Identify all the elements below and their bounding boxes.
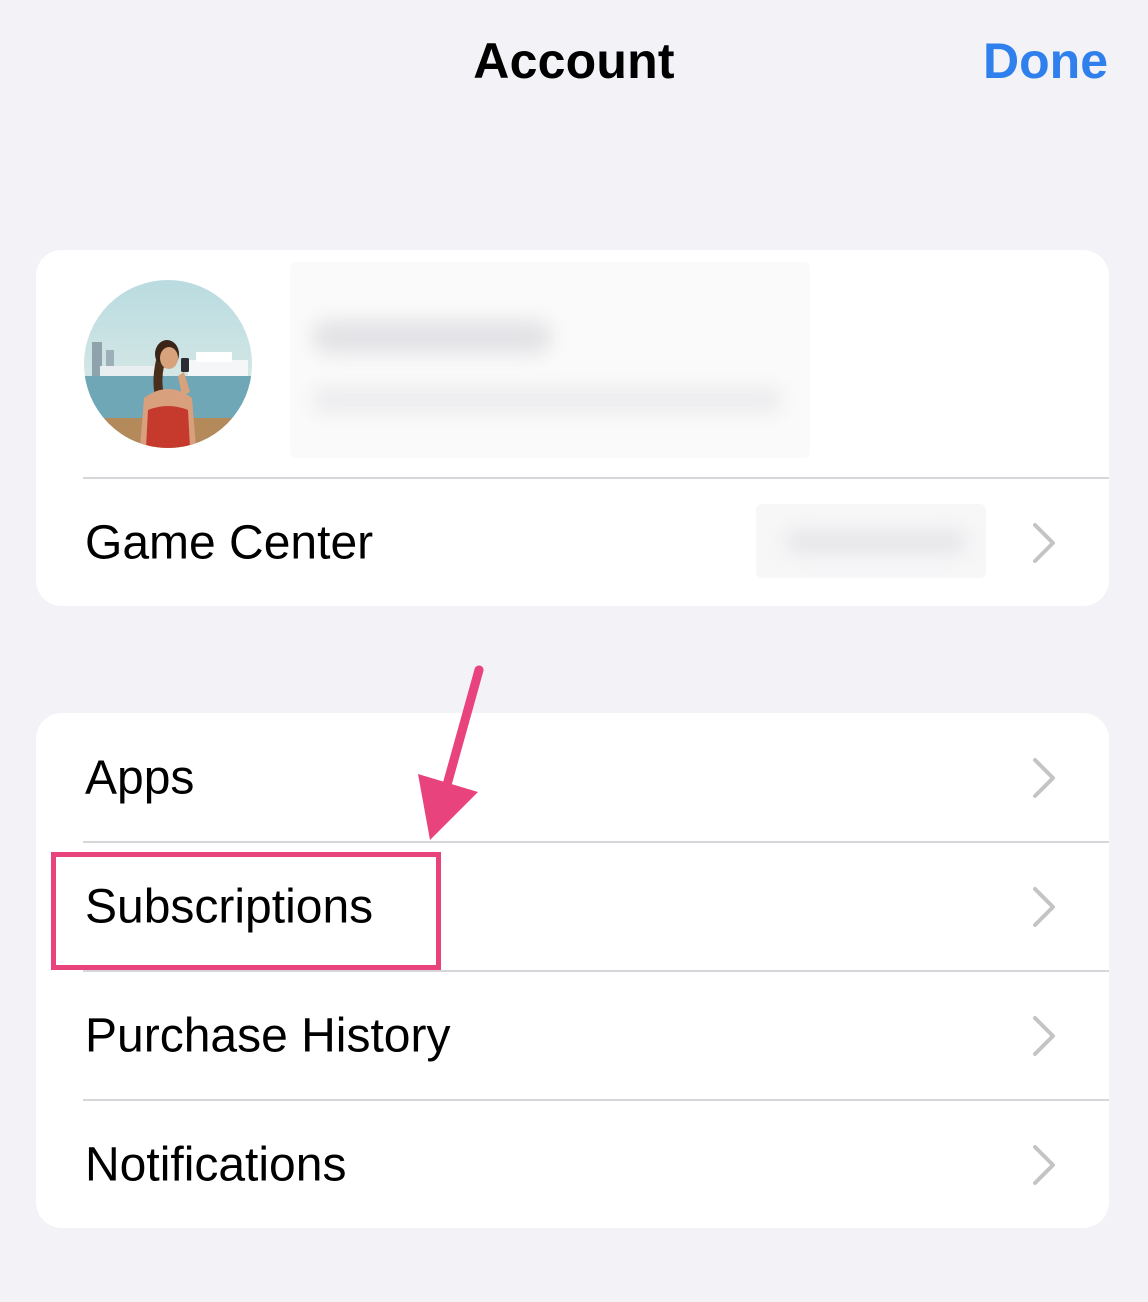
menu-item-label: Purchase History bbox=[85, 1009, 451, 1062]
account-menu-card: Apps Subscriptions Purchase History Noti… bbox=[36, 713, 1109, 1228]
chevron-right-icon bbox=[1033, 522, 1055, 563]
menu-item-purchase-history[interactable]: Purchase History bbox=[36, 971, 1109, 1100]
done-button[interactable]: Done bbox=[983, 32, 1108, 90]
page-title: Account bbox=[473, 33, 675, 89]
game-center-value-redacted bbox=[756, 504, 986, 578]
game-center-label: Game Center bbox=[85, 516, 374, 569]
game-center-value-blur bbox=[786, 530, 966, 554]
menu-item-label: Subscriptions bbox=[85, 880, 374, 933]
chevron-right-icon bbox=[1033, 757, 1055, 798]
account-profile-card: Game Center bbox=[36, 250, 1109, 606]
profile-row[interactable] bbox=[36, 250, 1109, 478]
profile-name-redacted bbox=[312, 320, 552, 354]
chevron-right-icon bbox=[1033, 886, 1055, 927]
profile-info-redacted bbox=[290, 262, 810, 458]
menu-item-notifications[interactable]: Notifications bbox=[36, 1100, 1109, 1228]
profile-email-redacted bbox=[312, 387, 782, 413]
menu-item-label: Apps bbox=[85, 751, 195, 804]
chevron-right-icon bbox=[1033, 1144, 1055, 1185]
menu-item-label: Notifications bbox=[85, 1138, 347, 1191]
chevron-right-icon bbox=[1033, 1015, 1055, 1056]
avatar bbox=[84, 280, 252, 448]
menu-item-apps[interactable]: Apps bbox=[36, 713, 1109, 842]
menu-item-subscriptions[interactable]: Subscriptions bbox=[36, 842, 1109, 971]
game-center-row[interactable]: Game Center bbox=[36, 478, 1109, 606]
